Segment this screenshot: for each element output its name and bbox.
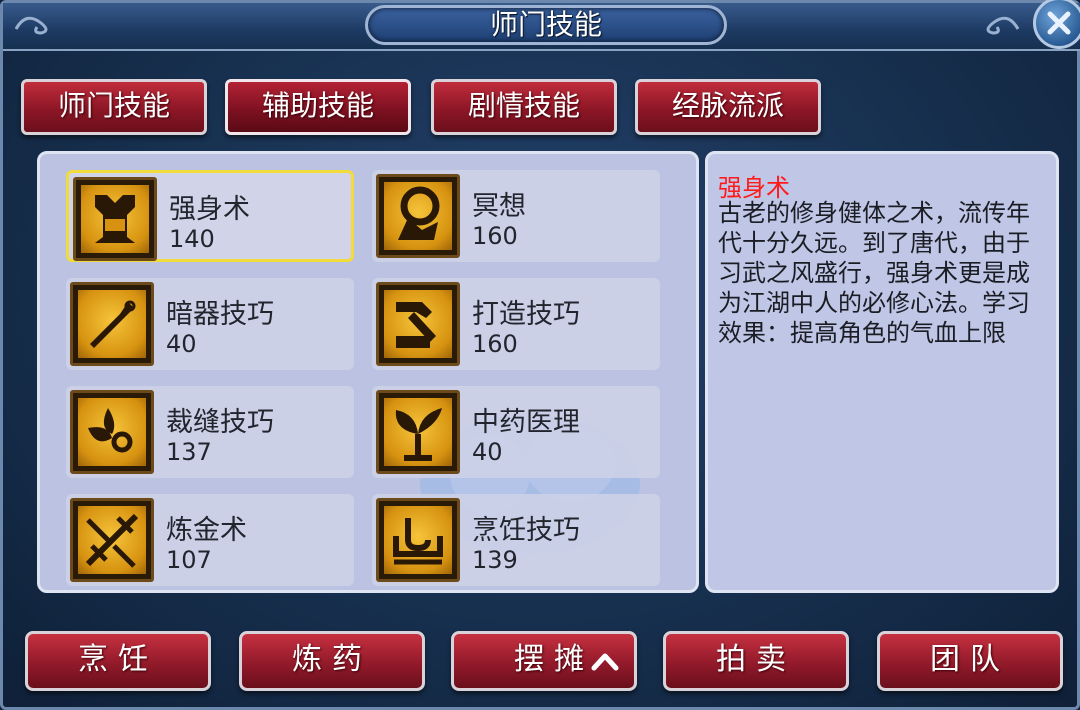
skill-icon-frame xyxy=(376,282,460,366)
skill-name: 暗器技巧 xyxy=(166,299,274,330)
tab-story-skills[interactable]: 剧情技能 xyxy=(431,79,617,135)
cloud-ornament-icon xyxy=(986,16,1020,35)
close-icon xyxy=(1047,11,1071,35)
cooking-button[interactable]: 烹饪 xyxy=(25,631,211,691)
skill-icon-frame xyxy=(73,177,157,261)
skill-name: 烹饪技巧 xyxy=(472,515,580,546)
description-body: 古老的修身健体之术，流传年代十分久远。到了唐代，由于习武之风盛行，强身术更是成为… xyxy=(718,199,1030,347)
skill-description-panel: 强身术 古老的修身健体之术，流传年代十分久远。到了唐代，由于习武之风盛行，强身术… xyxy=(705,151,1059,593)
chevron-up-icon xyxy=(591,653,619,671)
dagger-icon xyxy=(90,300,136,348)
skill-level: 40 xyxy=(472,438,503,466)
skill-level: 139 xyxy=(472,546,518,574)
button-label: 摆摊 xyxy=(514,642,594,677)
skill-name: 炼金术 xyxy=(166,515,247,546)
skill-card[interactable]: 冥想 160 xyxy=(372,170,660,262)
skill-card[interactable]: 强身术 140 xyxy=(66,170,354,262)
skill-level: 160 xyxy=(472,222,518,250)
skill-card[interactable]: 打造技巧 160 xyxy=(372,278,660,370)
alchemy-icon xyxy=(85,513,139,568)
herb-leaf-icon xyxy=(395,408,442,461)
skill-card[interactable]: 暗器技巧 40 xyxy=(66,278,354,370)
skill-name: 强身术 xyxy=(169,194,250,225)
window-title: 师门技能 xyxy=(365,5,727,45)
skill-list-panel: 强身术 140 冥想 160 暗器技巧 40 打造技巧 160 裁缝技巧 137… xyxy=(37,151,699,593)
button-label: 烹饪 xyxy=(78,642,158,677)
scissors-icon xyxy=(88,408,133,453)
button-label: 拍卖 xyxy=(716,642,796,677)
tab-meridian-school[interactable]: 经脉流派 xyxy=(635,79,821,135)
cooking-icon xyxy=(393,518,443,565)
skill-level: 137 xyxy=(166,438,212,466)
skill-icon-frame xyxy=(376,498,460,582)
skill-level: 140 xyxy=(169,225,215,253)
skill-card[interactable]: 炼金术 107 xyxy=(66,494,354,586)
skill-level: 160 xyxy=(472,330,518,358)
close-button[interactable] xyxy=(1033,0,1080,49)
tab-auxiliary-skills[interactable]: 辅助技能 xyxy=(225,79,411,135)
title-bar: 师门技能 xyxy=(3,3,1080,51)
warrior-emblem-icon xyxy=(95,195,135,243)
hammer-anvil-icon xyxy=(396,302,436,348)
meditation-icon xyxy=(398,186,440,240)
stall-button[interactable]: 摆摊 xyxy=(451,631,637,691)
cloud-ornament-icon xyxy=(14,16,48,35)
skill-icon-frame xyxy=(70,498,154,582)
skill-name: 裁缝技巧 xyxy=(166,407,274,438)
skill-window: 师门技能 师门技能 辅助技能 剧情技能 经脉流派 强身术 140 冥想 160 … xyxy=(0,0,1080,710)
button-label: 炼药 xyxy=(292,642,372,677)
tab-master-skills[interactable]: 师门技能 xyxy=(21,79,207,135)
skill-name: 冥想 xyxy=(472,191,526,222)
skill-card[interactable]: 中药医理 40 xyxy=(372,386,660,478)
button-label: 团队 xyxy=(930,642,1010,677)
skill-icon-frame xyxy=(70,282,154,366)
skill-card[interactable]: 烹饪技巧 139 xyxy=(372,494,660,586)
skill-name: 中药医理 xyxy=(472,407,580,438)
skill-name: 打造技巧 xyxy=(472,299,580,330)
skill-level: 107 xyxy=(166,546,212,574)
skill-level: 40 xyxy=(166,330,197,358)
skill-icon-frame xyxy=(70,390,154,474)
skill-icon-frame xyxy=(376,390,460,474)
medicine-button[interactable]: 炼药 xyxy=(239,631,425,691)
skill-icon-frame xyxy=(376,174,460,258)
auction-button[interactable]: 拍卖 xyxy=(663,631,849,691)
team-button[interactable]: 团队 xyxy=(877,631,1063,691)
skill-card[interactable]: 裁缝技巧 137 xyxy=(66,386,354,478)
